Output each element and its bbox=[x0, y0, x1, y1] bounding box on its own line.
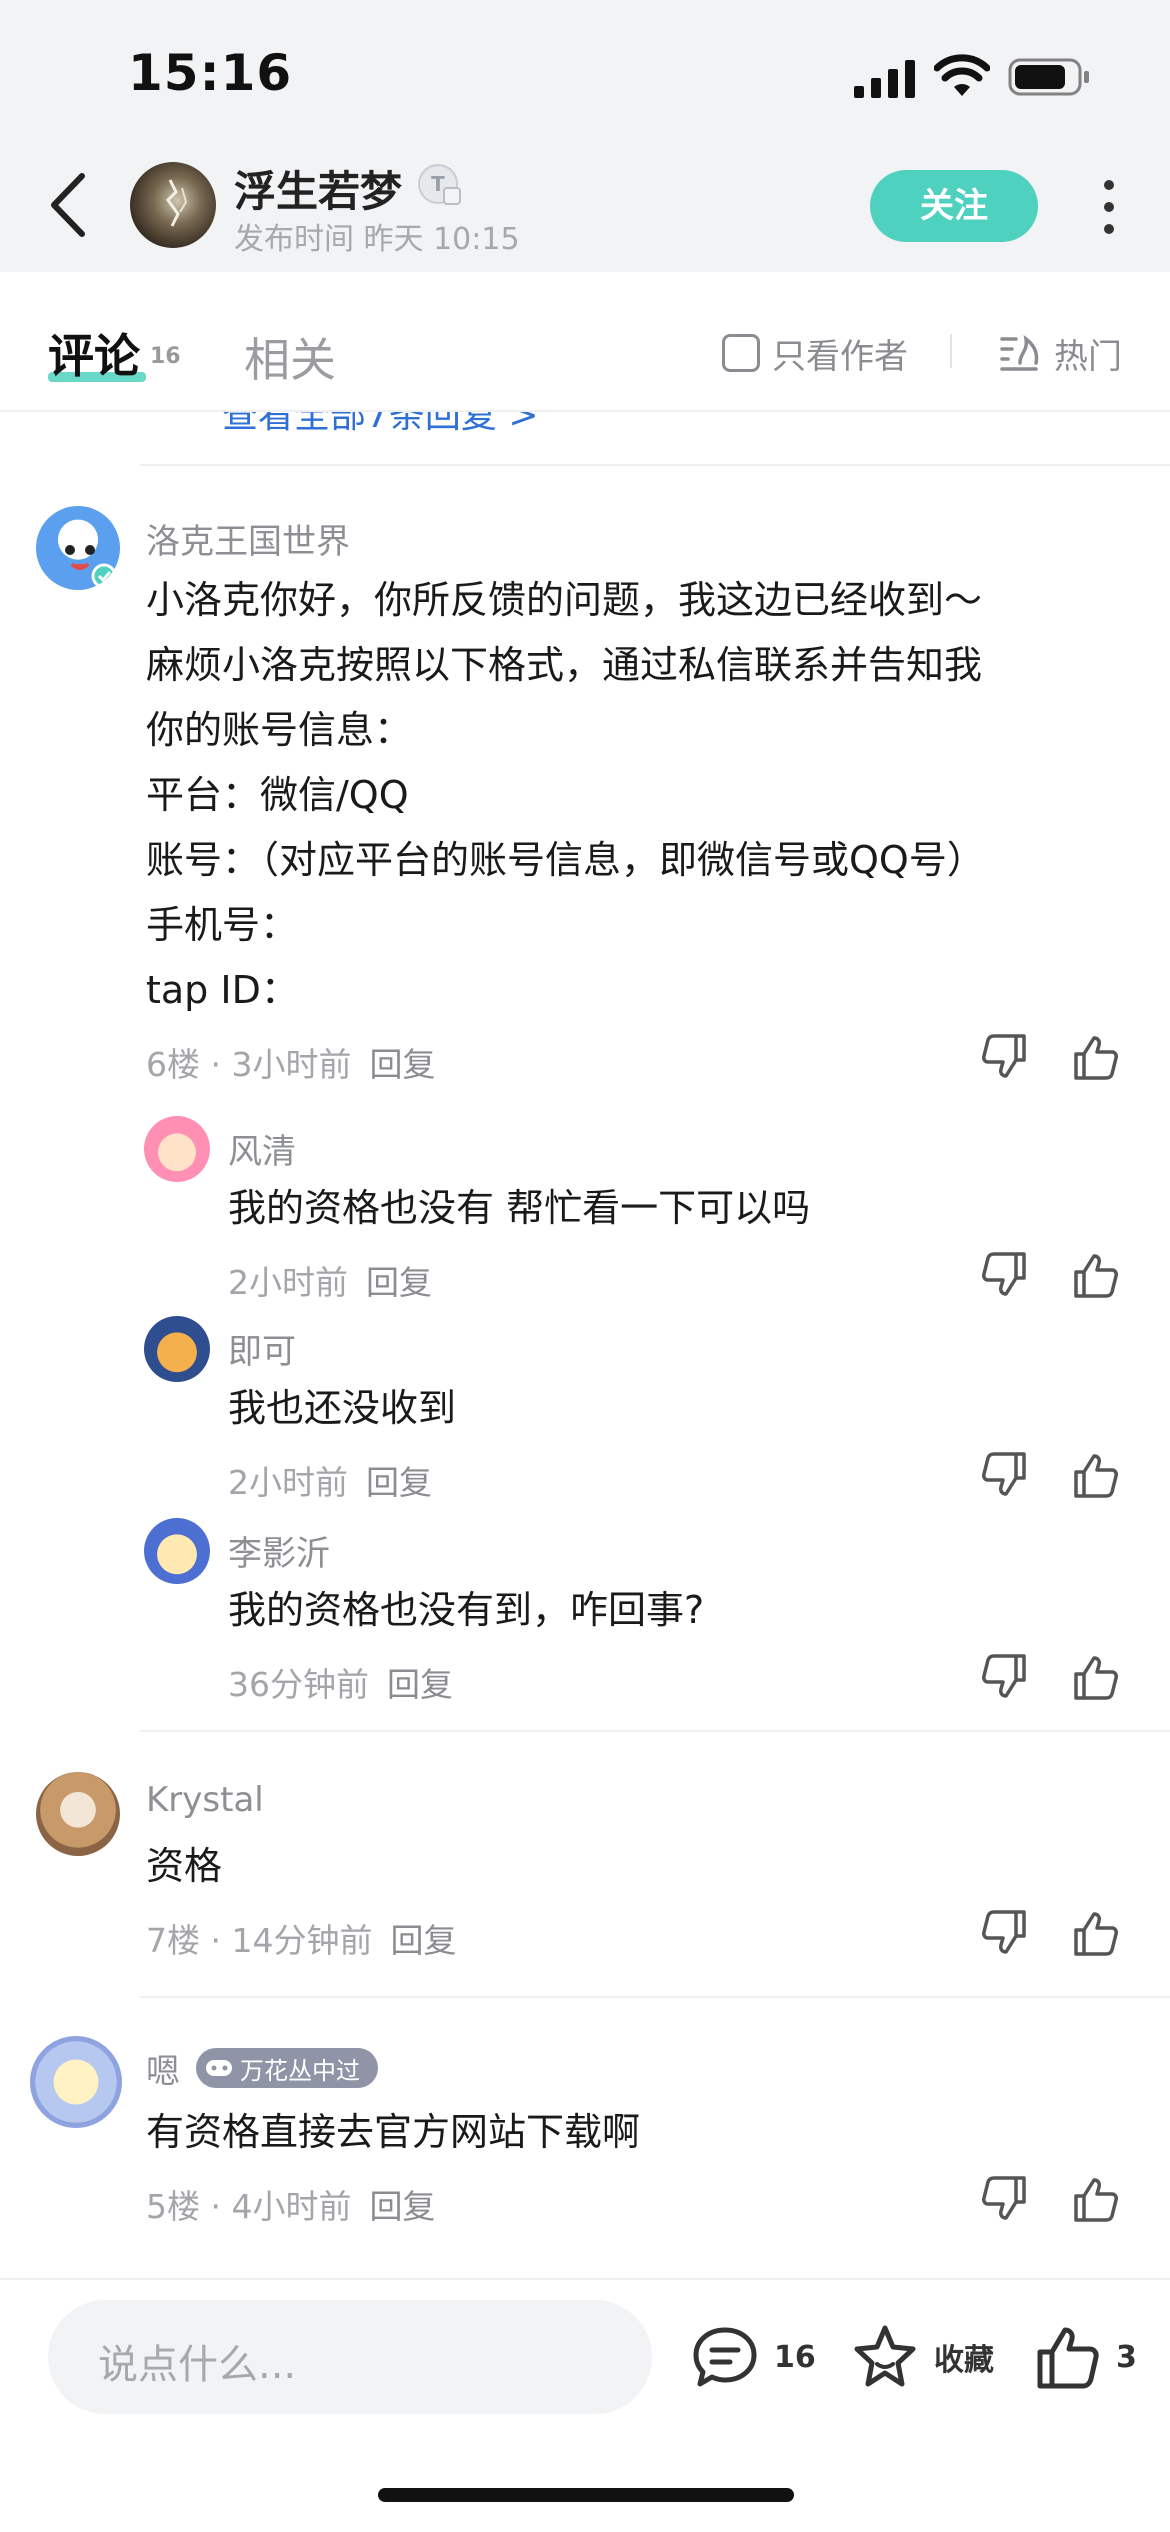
replier-name[interactable]: 李影沂 bbox=[228, 1526, 330, 1575]
dislike-icon[interactable] bbox=[980, 1250, 1030, 1300]
comment-text-line: 手机号： bbox=[146, 903, 299, 947]
comment-text-line: tap ID： bbox=[146, 968, 299, 1012]
reply-time: 2小时前 bbox=[228, 1463, 348, 1502]
comment-text: 有资格直接去官方网站下载啊 bbox=[146, 2110, 641, 2154]
comment-meta: 5楼 · 4小时前 回复 bbox=[146, 2180, 435, 2228]
top-header-area: 15:16 浮生若梦 T 发布时间 昨天 10:15 关注 bbox=[0, 0, 1170, 272]
replier-name[interactable]: 即可 bbox=[228, 1324, 296, 1373]
reply-meta: 2小时前 回复 bbox=[228, 1256, 432, 1304]
author-name[interactable]: 浮生若梦 bbox=[234, 158, 402, 219]
commenter-avatar[interactable] bbox=[36, 506, 120, 590]
thumbs-up-icon bbox=[1037, 2327, 1099, 2389]
commenter-avatar[interactable] bbox=[36, 1772, 120, 1856]
comment-text-line: 你的账号信息： bbox=[146, 708, 413, 752]
comment-floor-time: 6楼 · 3小时前 bbox=[146, 1045, 352, 1084]
commenter-avatar[interactable] bbox=[30, 2036, 122, 2128]
sort-icon bbox=[1000, 334, 1039, 371]
reply-button[interactable]: 回复 bbox=[390, 1921, 456, 1960]
comment-floor-time: 5楼 · 4小时前 bbox=[146, 2187, 352, 2226]
cellular-signal-icon bbox=[854, 60, 915, 98]
comment-input-placeholder: 说点什么... bbox=[98, 2342, 297, 2388]
reply-button[interactable]: 回复 bbox=[366, 1263, 432, 1302]
comment-floor-time: 7楼 · 14分钟前 bbox=[146, 1921, 373, 1960]
reply-text: 我的资格也没有到，咋回事? bbox=[228, 1588, 705, 1632]
divider bbox=[140, 1730, 1170, 1732]
like-icon[interactable] bbox=[1070, 2174, 1120, 2224]
follow-button[interactable]: 关注 bbox=[870, 170, 1038, 242]
author-only-toggle[interactable]: 只看作者 bbox=[722, 330, 908, 377]
comments-button[interactable]: 16 bbox=[690, 2322, 816, 2392]
reply-button[interactable]: 回复 bbox=[369, 2187, 435, 2226]
tab-comments[interactable]: 评论 bbox=[48, 320, 140, 386]
reply-button[interactable]: 回复 bbox=[387, 1665, 453, 1704]
comment-meta: 6楼 · 3小时前 回复 bbox=[146, 1038, 435, 1086]
dislike-icon[interactable] bbox=[980, 2174, 1030, 2224]
divider bbox=[140, 464, 1170, 466]
publish-time: 发布时间 昨天 10:15 bbox=[234, 222, 520, 257]
favorite-label: 收藏 bbox=[934, 2343, 994, 2378]
replier-avatar[interactable] bbox=[144, 1116, 210, 1182]
user-title-badge: 万花丛中过 bbox=[196, 2048, 378, 2088]
home-indicator[interactable] bbox=[378, 2488, 794, 2502]
comment-text-line: 小洛克你好，你所反馈的问题，我这边已经收到～ bbox=[146, 578, 983, 622]
dislike-icon[interactable] bbox=[980, 1450, 1030, 1500]
comment-text-line: 账号：（对应平台的账号信息，即微信号或QQ号） bbox=[146, 838, 985, 882]
comment-text-line: 平台：微信/QQ bbox=[146, 773, 409, 817]
commenter-name[interactable]: 洛克王国世界 bbox=[146, 514, 350, 563]
gamepad-icon bbox=[206, 2060, 232, 2076]
checkbox-icon[interactable] bbox=[722, 334, 760, 372]
comment-tabs-bar: 评论 16 相关 只看作者 热门 bbox=[0, 272, 1170, 412]
more-options-icon[interactable] bbox=[1096, 178, 1122, 236]
wifi-icon bbox=[934, 54, 990, 96]
comment-bubble-icon bbox=[693, 2327, 757, 2387]
divider bbox=[140, 1996, 1170, 1998]
comment-text: 资格 bbox=[146, 1844, 223, 1888]
comment-input[interactable]: 说点什么... bbox=[48, 2300, 652, 2414]
tabs-divider bbox=[950, 334, 952, 368]
replier-avatar[interactable] bbox=[144, 1518, 210, 1584]
tab-related[interactable]: 相关 bbox=[244, 324, 336, 390]
dislike-icon[interactable] bbox=[980, 1652, 1030, 1702]
status-time: 15:16 bbox=[128, 44, 293, 102]
comment-text-line: 麻烦小洛克按照以下格式，通过私信联系并告知我 bbox=[146, 643, 983, 687]
like-icon[interactable] bbox=[1070, 1652, 1120, 1702]
reply-meta: 2小时前 回复 bbox=[228, 1456, 432, 1504]
tab-comments-count: 16 bbox=[150, 344, 181, 369]
like-icon[interactable] bbox=[1070, 1032, 1120, 1082]
dislike-icon[interactable] bbox=[980, 1032, 1030, 1082]
reply-text: 我的资格也没有 帮忙看一下可以吗 bbox=[228, 1186, 811, 1230]
reply-button[interactable]: 回复 bbox=[369, 1045, 435, 1084]
like-icon[interactable] bbox=[1070, 1908, 1120, 1958]
reply-button[interactable]: 回复 bbox=[366, 1463, 432, 1502]
commenter-name[interactable]: Krystal bbox=[146, 1780, 264, 1820]
sort-hot-button[interactable]: 热门 bbox=[998, 330, 1122, 377]
like-icon[interactable] bbox=[1070, 1250, 1120, 1300]
like-button[interactable]: 3 bbox=[1032, 2322, 1137, 2392]
sort-label: 热门 bbox=[1054, 336, 1122, 377]
reply-time: 36分钟前 bbox=[228, 1665, 369, 1704]
level-badge-icon: T bbox=[418, 164, 461, 205]
comment-meta: 7楼 · 14分钟前 回复 bbox=[146, 1914, 456, 1962]
reply-time: 2小时前 bbox=[228, 1263, 348, 1302]
like-count: 3 bbox=[1116, 2339, 1137, 2375]
user-title-label: 万花丛中过 bbox=[240, 2056, 360, 2085]
like-icon[interactable] bbox=[1070, 1450, 1120, 1500]
reply-meta: 36分钟前 回复 bbox=[228, 1658, 453, 1706]
battery-icon bbox=[1008, 58, 1089, 96]
author-only-label: 只看作者 bbox=[772, 336, 908, 377]
replier-avatar[interactable] bbox=[144, 1316, 210, 1382]
comments-count: 16 bbox=[774, 2339, 816, 2375]
back-arrow-icon[interactable] bbox=[44, 170, 94, 240]
star-icon bbox=[854, 2325, 916, 2387]
commenter-name[interactable]: 嗯 bbox=[146, 2044, 180, 2093]
author-avatar[interactable] bbox=[130, 162, 216, 248]
dislike-icon[interactable] bbox=[980, 1908, 1030, 1958]
reply-text: 我也还没收到 bbox=[228, 1386, 457, 1430]
favorite-button[interactable]: 收藏 bbox=[850, 2322, 994, 2392]
replier-name[interactable]: 风清 bbox=[228, 1124, 296, 1173]
